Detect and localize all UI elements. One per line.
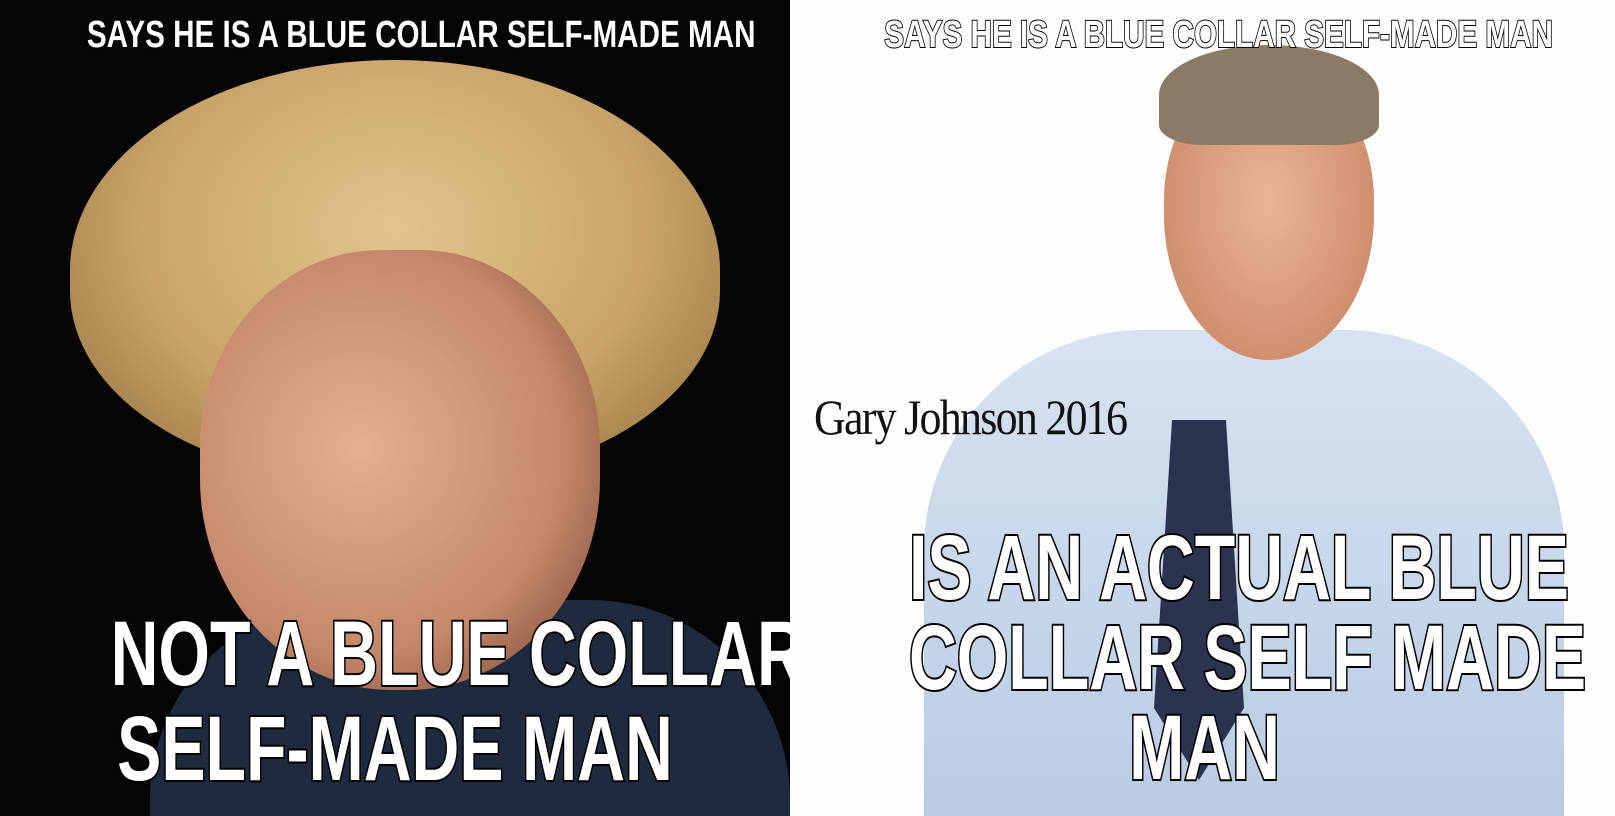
left-meme-panel: SAYS HE IS A BLUE COLLAR SELF-MADE MAN N… <box>0 0 790 816</box>
left-top-text: SAYS HE IS A BLUE COLLAR SELF-MADE MAN <box>86 13 756 57</box>
campaign-caption: Gary Johnson 2016 <box>814 389 1128 445</box>
right-bottom-line-2: COLLAR SELF MADE <box>908 607 1588 709</box>
left-bottom-line-2: SELF-MADE MAN <box>116 698 675 800</box>
right-meme-panel: SAYS HE IS A BLUE COLLAR SELF-MADE MAN G… <box>790 0 1615 816</box>
right-top-text: SAYS HE IS A BLUE COLLAR SELF-MADE MAN <box>884 13 1554 57</box>
right-bottom-line-1: IS AN ACTUAL BLUE <box>908 517 1571 619</box>
right-bottom-line-3: MAN <box>1128 697 1282 799</box>
left-bottom-line-1: NOT A BLUE COLLAR <box>109 603 790 705</box>
hair <box>1159 45 1379 145</box>
